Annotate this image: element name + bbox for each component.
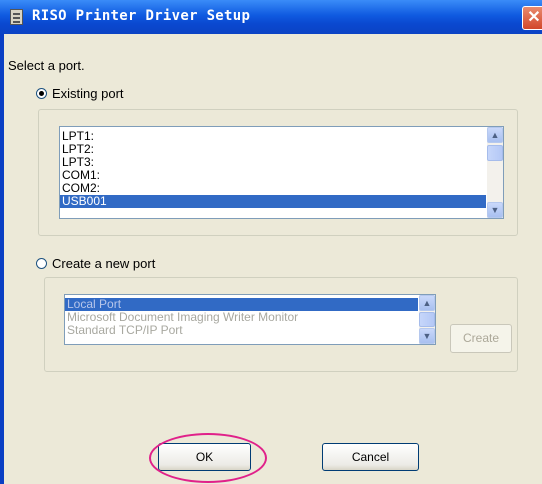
select-port-prompt: Select a port.	[8, 58, 85, 73]
title-bar[interactable]: RISO Printer Driver Setup ✕	[0, 0, 542, 34]
scroll-thumb[interactable]	[487, 145, 503, 161]
existing-port-radio[interactable]	[36, 88, 47, 99]
scroll-down-arrow-icon[interactable]: ▼	[487, 202, 503, 218]
new-port-radio[interactable]	[36, 258, 47, 269]
printer-app-icon	[10, 9, 23, 25]
scroll-up-arrow-icon[interactable]: ▲	[419, 295, 435, 311]
list-item[interactable]: LPT1:	[60, 130, 486, 143]
new-port-label: Create a new port	[52, 256, 156, 271]
list-item[interactable]: LPT2:	[60, 143, 486, 156]
scroll-up-arrow-icon[interactable]: ▲	[487, 127, 503, 143]
ok-button[interactable]: OK	[158, 443, 251, 471]
list-item[interactable]: Standard TCP/IP Port	[65, 324, 418, 337]
existing-port-list[interactable]: LPT1: LPT2: LPT3: COM1: COM2: USB001 ▲ ▼	[59, 126, 504, 219]
create-port-button[interactable]: Create	[450, 324, 512, 353]
setup-dialog: RISO Printer Driver Setup ✕ Select a por…	[0, 0, 542, 484]
existing-port-scrollbar[interactable]: ▲ ▼	[487, 127, 503, 218]
existing-port-label: Existing port	[52, 86, 124, 101]
list-item[interactable]: LPT3:	[60, 156, 486, 169]
scroll-thumb[interactable]	[419, 312, 435, 327]
list-item[interactable]: COM2:	[60, 182, 486, 195]
list-item[interactable]: USB001	[60, 195, 486, 208]
close-button[interactable]: ✕	[522, 6, 542, 30]
scroll-down-arrow-icon[interactable]: ▼	[419, 328, 435, 344]
list-item[interactable]: COM1:	[60, 169, 486, 182]
cancel-button[interactable]: Cancel	[322, 443, 419, 471]
window-title: RISO Printer Driver Setup	[32, 8, 251, 24]
new-port-type-list[interactable]: Local Port Microsoft Document Imaging Wri…	[64, 294, 436, 345]
new-port-scrollbar[interactable]: ▲ ▼	[419, 295, 435, 344]
